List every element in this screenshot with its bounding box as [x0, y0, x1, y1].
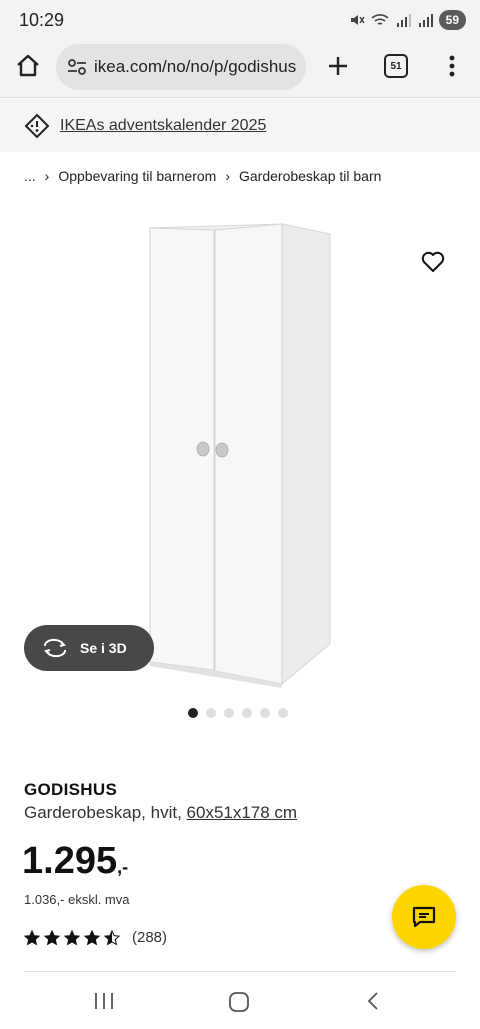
- price-suffix: ,-: [117, 857, 129, 877]
- view-in-3d-label: Se i 3D: [80, 640, 127, 656]
- breadcrumb-ellipsis[interactable]: ...: [24, 168, 36, 184]
- product-image[interactable]: [146, 220, 336, 690]
- gallery-dot[interactable]: [188, 708, 198, 718]
- home-icon[interactable]: [14, 52, 42, 80]
- breadcrumb-item[interactable]: Garderobeskap til barn: [239, 168, 381, 184]
- chevron-right-icon: ›: [225, 168, 230, 184]
- site-settings-icon[interactable]: [66, 56, 88, 78]
- star-icon: [24, 929, 40, 945]
- chat-icon: [412, 906, 436, 928]
- more-icon[interactable]: [440, 52, 464, 80]
- star-icon: [84, 929, 100, 945]
- product-price: 1.295,-: [22, 840, 128, 883]
- promo-banner: IKEAs adventskalender 2025: [0, 99, 480, 152]
- view-in-3d-button[interactable]: Se i 3D: [24, 625, 154, 671]
- star-icon: [64, 929, 80, 945]
- promo-link[interactable]: IKEAs adventskalender 2025: [60, 117, 266, 135]
- status-bar: 10:29 59: [0, 0, 480, 40]
- battery-indicator: 59: [438, 10, 466, 30]
- tabs-icon[interactable]: 51: [384, 54, 408, 78]
- chevron-right-icon: ›: [44, 168, 50, 184]
- gallery-pagination: [188, 708, 288, 718]
- price-value: 1.295: [22, 840, 118, 882]
- signal-icon: [396, 14, 411, 27]
- chat-button[interactable]: [392, 885, 456, 949]
- url-text: ikea.com/no/no/p/godishus: [94, 57, 297, 76]
- divider: [24, 971, 456, 972]
- star-icon: [104, 929, 120, 945]
- heart-icon[interactable]: [420, 249, 446, 275]
- gallery-dot[interactable]: [278, 708, 288, 718]
- back-icon[interactable]: [364, 990, 382, 1012]
- star-icon: [44, 929, 60, 945]
- product-description: Garderobeskap, hvit, 60x51x178 cm: [24, 803, 297, 823]
- price-ex-vat: 1.036,- ekskl. mva: [24, 892, 130, 907]
- rating[interactable]: (288): [24, 929, 167, 946]
- breadcrumb-item[interactable]: Oppbevaring til barnerom: [58, 168, 216, 184]
- rotate-3d-icon: [43, 638, 67, 658]
- status-icons: 59: [349, 10, 466, 30]
- system-nav-bar: [0, 975, 480, 1029]
- gallery-dot[interactable]: [224, 708, 234, 718]
- plus-icon[interactable]: [324, 52, 352, 80]
- home-nav-icon[interactable]: [228, 991, 250, 1013]
- signal-icon-2: [418, 14, 433, 27]
- breadcrumb: ... › Oppbevaring til barnerom › Gardero…: [24, 168, 381, 184]
- recent-apps-icon[interactable]: [93, 991, 115, 1011]
- address-bar[interactable]: ikea.com/no/no/p/godishus: [56, 44, 306, 90]
- status-time: 10:29: [19, 10, 65, 30]
- promo-tag-icon: [24, 113, 50, 138]
- product-type: Garderobeskap, hvit,: [24, 803, 187, 822]
- wifi-icon: [371, 14, 389, 25]
- gallery-dot[interactable]: [206, 708, 216, 718]
- rating-count: (288): [132, 929, 168, 946]
- product-size-link[interactable]: 60x51x178 cm: [187, 803, 298, 822]
- browser-toolbar: ikea.com/no/no/p/godishus 51: [0, 40, 480, 98]
- gallery-dot[interactable]: [242, 708, 252, 718]
- mute-icon: [350, 15, 365, 25]
- tab-count: 51: [390, 60, 402, 72]
- gallery-dot[interactable]: [260, 708, 270, 718]
- product-name: GODISHUS: [24, 780, 118, 799]
